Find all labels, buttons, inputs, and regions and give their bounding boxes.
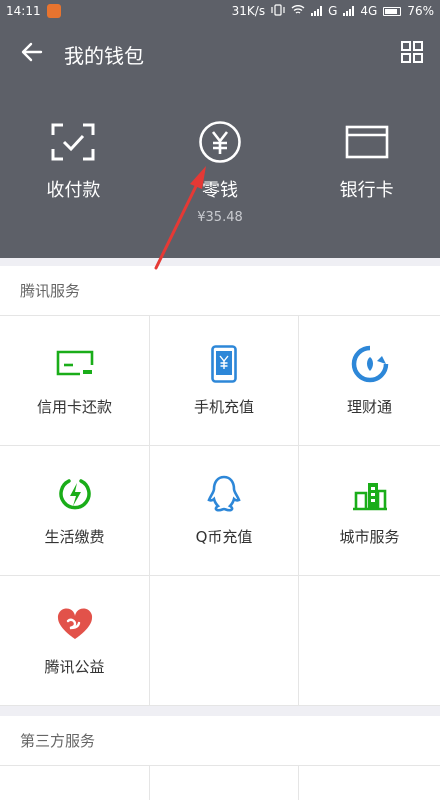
city-building-icon [351,474,389,514]
top-actions: 收付款 零钱 ¥35.48 银行卡 [0,86,440,258]
action-label: 银行卡 [339,180,394,201]
page-title: 我的钱包 [64,43,144,68]
battery-icon [383,6,402,16]
wifi-icon [291,4,305,18]
services-grid: 信用卡还款 手机充值 理财通 生活缴费 Q币充值 城市服务 腾讯公益 [0,316,440,706]
service-charity[interactable]: 腾讯公益 [0,576,150,706]
action-bank-card[interactable]: 银行卡 [293,86,440,258]
net-g: G [328,4,338,18]
service-label: 城市服务 [339,528,400,546]
net-4g: 4G [360,4,378,18]
licaitong-icon [351,344,389,384]
third-party-cell[interactable] [299,766,440,800]
action-change[interactable]: 零钱 ¥35.48 [147,86,294,258]
service-city[interactable]: 城市服务 [299,446,440,576]
notification-app-icon [46,4,61,18]
status-right: 31K/s G 4G 76% [231,3,434,19]
title-bar: 我的钱包 [0,22,440,86]
status-bar: 14:11 31K/s G 4G 76% [0,0,440,22]
service-label: 腾讯公益 [44,658,105,676]
service-label: 信用卡还款 [36,398,112,416]
action-label: 收付款 [46,180,101,201]
more-button[interactable] [384,22,440,86]
third-party-cell[interactable] [0,766,150,800]
wallet-header: 我的钱包 收付款 零钱 ¥35.48 银行卡 [0,22,440,258]
grid-icon [400,40,424,68]
service-utilities[interactable]: 生活缴费 [0,446,150,576]
battery-percent: 76% [407,4,434,18]
service-label: 理财通 [346,398,392,416]
action-label: 零钱 [202,180,238,201]
section-title: 腾讯服务 [0,266,440,316]
lightning-icon [57,474,93,514]
empty-cell [299,576,440,706]
card-icon [345,122,389,162]
third-party-grid [0,766,440,800]
service-label: Q币充值 [195,528,253,546]
service-mobile-topup[interactable]: 手机充值 [150,316,299,446]
action-receive-pay[interactable]: 收付款 [0,86,147,258]
tencent-services-section: 腾讯服务 信用卡还款 手机充值 理财通 生活缴费 Q币充值 城市服务 腾讯公益 [0,266,440,706]
qq-penguin-icon [207,474,241,514]
net-speed: 31K/s [231,4,266,18]
scan-check-icon [51,122,95,162]
service-q-coin[interactable]: Q币充值 [150,446,299,576]
heart-charity-icon [56,604,94,644]
back-button[interactable] [0,22,64,86]
section-title: 第三方服务 [0,716,440,766]
change-balance: ¥35.48 [197,210,243,225]
third-party-cell[interactable] [150,766,299,800]
status-time: 14:11 [6,4,41,18]
empty-cell [150,576,299,706]
yuan-circle-icon [198,121,242,163]
signal-icon-1 [311,6,323,16]
service-licaitong[interactable]: 理财通 [299,316,440,446]
third-party-section: 第三方服务 [0,716,440,800]
phone-yuan-icon [211,344,237,384]
credit-card-repay-icon [56,344,94,384]
signal-icon-2 [343,6,355,16]
arrow-left-icon [21,42,43,66]
service-label: 手机充值 [193,398,254,416]
service-credit-card-repay[interactable]: 信用卡还款 [0,316,150,446]
service-label: 生活缴费 [44,528,105,546]
vibrate-icon [271,3,285,19]
